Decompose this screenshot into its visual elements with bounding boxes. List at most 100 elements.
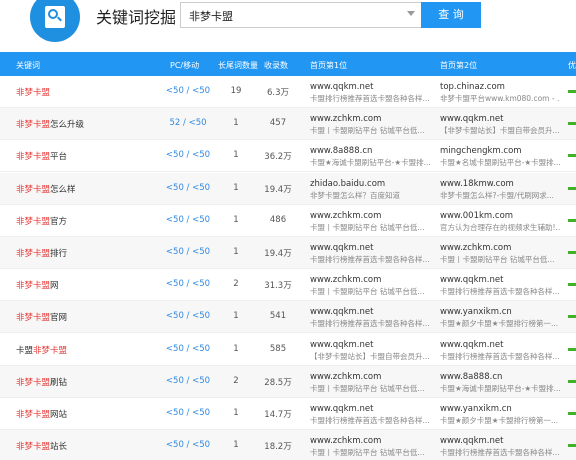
second-result-domain[interactable]: mingchengkm.com — [440, 146, 560, 156]
pc-mobile-value[interactable]: <50 / <50 — [160, 311, 216, 321]
first-result-domain[interactable]: zhidao.baidu.com — [310, 179, 430, 189]
pc-mobile-value[interactable]: 52 / <50 — [160, 118, 216, 128]
second-result-domain[interactable]: www.qqkm.net — [440, 436, 560, 446]
rank-bar — [568, 315, 576, 319]
first-result-title: 卡盟丨卡盟刷钻平台 钻城平台低... — [310, 448, 425, 458]
second-result-domain[interactable]: www.18kmw.com — [440, 179, 560, 189]
rank-bar — [568, 186, 576, 190]
keyword-highlight: 非梦卡盟 — [16, 313, 51, 324]
longtail-count: 1 — [233, 247, 239, 257]
keyword-link[interactable]: 非梦卡盟网站 — [16, 408, 67, 420]
keyword-suffix: 怎么样 — [50, 184, 76, 195]
pc-mobile-value[interactable]: <50 / <50 — [160, 279, 216, 289]
second-result-title: 【非梦卡盟站长】卡盟自带会员升... — [440, 126, 560, 136]
first-result-domain[interactable]: www.qqkm.net — [310, 243, 430, 253]
keyword-link[interactable]: 非梦卡盟官方 — [16, 215, 67, 227]
keyword-link[interactable]: 非梦卡盟官网 — [16, 311, 67, 323]
second-result-domain[interactable]: www.8a888.cn — [440, 372, 560, 382]
table-row: 非梦卡盟平台 <50 / <50 1 36.2万 www.8a888.cn 卡盟★海诚卡盟… — [0, 140, 576, 173]
col-indexed[interactable]: 收录数 — [264, 60, 288, 71]
keyword-link[interactable]: 非梦卡盟怎么升级 — [16, 118, 84, 130]
table-row: 非梦卡盟官网 <50 / <50 1 541 www.qqkm.net 卡盟排行榜推荐首选… — [0, 301, 576, 334]
second-result-domain[interactable]: www.qqkm.net — [440, 340, 560, 350]
rank-bar — [568, 218, 576, 222]
keyword-link[interactable]: 非梦卡盟网 — [16, 279, 59, 291]
indexed-count: 31.3万 — [264, 281, 292, 292]
keyword-link[interactable]: 卡盟非梦卡盟 — [16, 344, 67, 356]
longtail-count: 1 — [233, 343, 239, 354]
search-input[interactable]: 非梦卡盟 — [180, 2, 422, 28]
longtail-count: 1 — [233, 182, 239, 193]
indexed-count: 486 — [269, 214, 287, 225]
first-result-title: 卡盟排行榜推荐首选卡盟各种各样... — [310, 255, 430, 264]
keyword-link[interactable]: 非梦卡盟怎么样 — [16, 183, 76, 195]
pc-mobile-value[interactable]: <50 / <50 — [160, 344, 216, 354]
rank-bar — [568, 379, 576, 383]
pc-mobile-value[interactable]: <50 / <50 — [160, 183, 216, 193]
pc-mobile-value[interactable]: <50 / <50 — [160, 86, 216, 96]
second-result-title: 卡盟★海诚卡盟刷钻平台-★卡盟排... — [440, 383, 560, 393]
keyword-suffix: 官网 — [50, 313, 68, 324]
second-result-title: 官方认为合理存在的视频求生辅助!... — [440, 222, 560, 232]
first-result-domain[interactable]: www.zchkm.com — [310, 436, 430, 446]
first-result-domain[interactable]: www.qqkm.net — [310, 307, 430, 317]
pc-mobile-value[interactable]: <50 / <50 — [160, 440, 216, 450]
col-longtail[interactable]: 长尾词数量 — [218, 60, 258, 71]
longtail-count: 1 — [233, 408, 239, 418]
keyword-link[interactable]: 非梦卡盟 — [16, 86, 50, 98]
first-result-domain[interactable]: www.zchkm.com — [310, 275, 430, 285]
second-result-title: 非梦卡盟平台www.km080.com - ... — [440, 94, 560, 103]
keyword-search-logo-icon — [30, 0, 80, 42]
second-result-title: 卡盟★颜夕卡盟★卡盟排行榜第一... — [440, 416, 559, 425]
second-result-domain[interactable]: top.chinaz.com — [440, 82, 560, 92]
first-result-title: 卡盟丨卡盟刷钻平台 钻城平台低... — [310, 287, 425, 297]
keyword-highlight: 非梦卡盟 — [16, 410, 51, 420]
second-result-domain[interactable]: www.qqkm.net — [440, 114, 560, 124]
search-button[interactable]: 查 询 — [421, 2, 481, 28]
col-keyword[interactable]: 关键词 — [16, 60, 40, 71]
table-row: 非梦卡盟网 <50 / <50 2 31.3万 www.zchkm.com 卡盟丨卡盟刷钻… — [0, 269, 576, 302]
second-result-domain[interactable]: www.qqkm.net — [440, 275, 560, 285]
keyword-link[interactable]: 非梦卡盟站长 — [16, 440, 67, 452]
second-result-domain[interactable]: www.001km.com — [440, 211, 560, 221]
second-result-domain[interactable]: www.yanxikm.cn — [440, 307, 560, 317]
second-result-title: 非梦卡盟怎么样?-卡盟/代刷网求... — [440, 190, 554, 200]
pc-mobile-value[interactable]: <50 / <50 — [160, 408, 216, 418]
indexed-count: 18.2万 — [264, 442, 292, 453]
first-result-domain[interactable]: www.8a888.cn — [310, 146, 430, 156]
pc-mobile-value[interactable]: <50 / <50 — [160, 376, 216, 386]
table-row: 非梦卡盟站长 <50 / <50 1 18.2万 www.zchkm.com 卡盟丨卡盟刷… — [0, 430, 576, 460]
indexed-count: 457 — [269, 118, 287, 129]
keyword-highlight: 非梦卡盟 — [16, 120, 51, 131]
keyword-suffix: 网站 — [50, 410, 68, 420]
table-row: 卡盟非梦卡盟 <50 / <50 1 585 www.qqkm.net 【非梦卡盟站长】卡… — [0, 334, 576, 366]
keyword-link[interactable]: 非梦卡盟刷钻 — [16, 376, 67, 388]
keyword-suffix: 官方 — [50, 216, 68, 227]
first-result-domain[interactable]: www.zchkm.com — [310, 211, 430, 221]
keyword-link[interactable]: 非梦卡盟平台 — [16, 150, 67, 162]
chevron-down-icon[interactable] — [407, 11, 415, 16]
rank-bar — [568, 444, 576, 448]
rank-bar — [568, 412, 576, 415]
keyword-prefix: 卡盟 — [16, 345, 34, 356]
first-result-domain[interactable]: www.qqkm.net — [310, 404, 430, 414]
second-result-title: 卡盟排行榜推荐首选卡盟各种各样... — [440, 287, 560, 297]
first-result-title: 非梦卡盟怎么样？百度知道 — [310, 190, 400, 200]
pc-mobile-value[interactable]: <50 / <50 — [160, 215, 216, 225]
second-result-domain[interactable]: www.zchkm.com — [440, 243, 560, 253]
keyword-link[interactable]: 非梦卡盟排行 — [16, 247, 67, 259]
col-extra: 优 — [568, 61, 576, 70]
first-result-domain[interactable]: www.zchkm.com — [310, 114, 430, 124]
second-result-domain[interactable]: www.yanxikm.cn — [440, 404, 560, 414]
keyword-highlight: 非梦卡盟 — [16, 216, 51, 227]
table-header: 关键词 PC/移动 长尾词数量 收录数 首页第1位 首页第2位 优 — [0, 52, 576, 76]
first-result-domain[interactable]: www.qqkm.net — [310, 340, 430, 350]
rank-bar — [568, 122, 576, 126]
col-pc-mobile[interactable]: PC/移动 — [170, 60, 199, 71]
first-result-domain[interactable]: www.qqkm.net — [310, 82, 430, 92]
table-row: 非梦卡盟官方 <50 / <50 1 486 www.zchkm.com 卡盟丨卡盟刷钻平… — [0, 205, 576, 237]
indexed-count: 36.2万 — [264, 152, 292, 163]
first-result-domain[interactable]: www.zchkm.com — [310, 372, 430, 382]
pc-mobile-value[interactable]: <50 / <50 — [160, 247, 216, 257]
pc-mobile-value[interactable]: <50 / <50 — [160, 150, 216, 160]
